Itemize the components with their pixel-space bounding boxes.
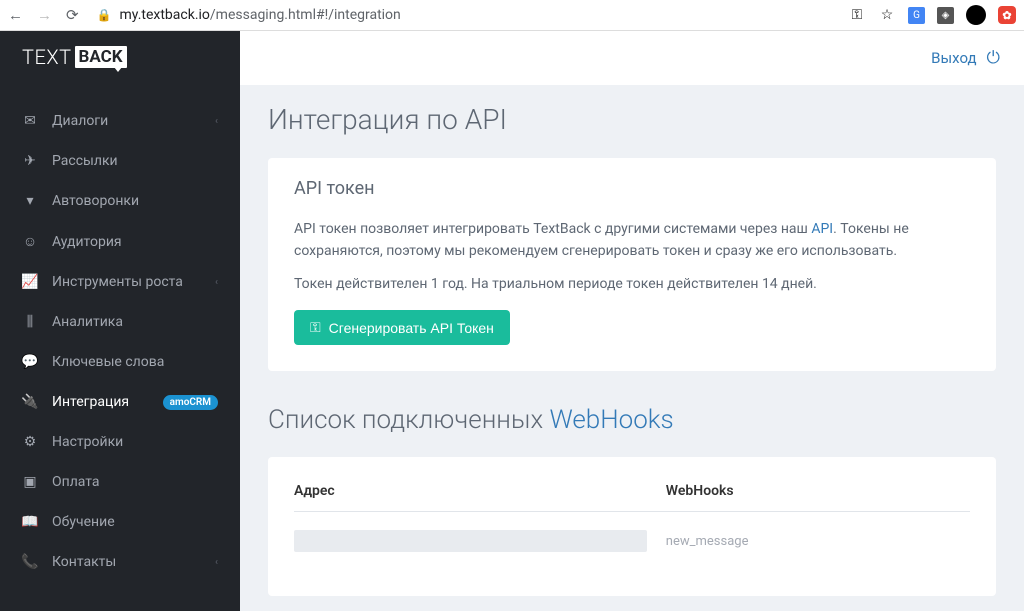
webhook-type: new_message	[666, 512, 970, 571]
chevron-left-icon: ‹	[215, 557, 218, 568]
translate-icon[interactable]: G	[908, 7, 925, 24]
page-title: Интеграция по API	[268, 103, 996, 136]
card-title: API токен	[294, 178, 970, 199]
lock-icon: 🔒	[97, 8, 112, 22]
profile-avatar[interactable]	[966, 5, 986, 25]
webhooks-table-card: Адрес WebHooks new_message	[268, 457, 996, 596]
forward-icon[interactable]: →	[37, 6, 52, 24]
sidebar-item-analytics[interactable]: ⫼ Аналитика	[0, 302, 240, 342]
chevron-left-icon: ‹	[215, 116, 218, 127]
logout-link[interactable]: Выход	[931, 49, 976, 67]
browser-bar: ← → ⟳ 🔒 my.textback.io/messaging.html#!/…	[0, 0, 1024, 31]
sidebar-item-integration[interactable]: 🔌 Интеграция amoCRM	[0, 382, 240, 422]
webhooks-link[interactable]: WebHooks	[549, 405, 673, 435]
key-icon: ⚿	[310, 319, 321, 336]
sidebar-item-keywords[interactable]: 💬 Ключевые слова	[0, 342, 240, 382]
api-link[interactable]: API	[811, 221, 833, 237]
browser-nav: ← → ⟳	[8, 6, 79, 24]
amocrm-badge: amoCRM	[163, 395, 218, 410]
sidebar-item-settings[interactable]: ⚙ Настройки	[0, 422, 240, 462]
envelope-icon: ✉	[22, 113, 38, 129]
token-description: API токен позволяет интегрировать TextBa…	[294, 219, 970, 262]
key-icon[interactable]: ⚿	[848, 6, 866, 24]
star-icon[interactable]: ☆	[878, 6, 896, 24]
col-webhooks: WebHooks	[666, 483, 970, 512]
power-icon[interactable]: ⏻	[987, 48, 1000, 68]
webhooks-table: Адрес WebHooks new_message	[294, 483, 970, 570]
browser-icons: ⚿ ☆ G ◈ ✿	[848, 5, 1016, 25]
webhooks-title: Список подключенных WebHooks	[268, 405, 996, 435]
gear-icon: ⚙	[22, 434, 38, 450]
sidebar-item-payment[interactable]: ▣ Оплата	[0, 462, 240, 502]
sidebar-item-growth[interactable]: 📈 Инструменты роста ‹	[0, 262, 240, 302]
ext-icon[interactable]: ◈	[937, 7, 954, 24]
redacted-address	[294, 530, 647, 552]
sidebar: TEXT BACK ✉ Диалоги ‹ ✈ Рассылки ▾ Автов…	[0, 31, 240, 611]
topbar: Выход ⏻	[240, 31, 1024, 85]
logo[interactable]: TEXT BACK	[0, 31, 240, 83]
url-domain: my.textback.io	[120, 7, 210, 23]
sidebar-item-audience[interactable]: ☺ Аудитория	[0, 221, 240, 262]
back-icon[interactable]: ←	[8, 6, 23, 24]
sidebar-item-campaigns[interactable]: ✈ Рассылки	[0, 141, 240, 181]
ext-badge[interactable]: ✿	[998, 6, 1016, 24]
reload-icon[interactable]: ⟳	[66, 6, 79, 24]
api-token-card: API токен API токен позволяет интегриров…	[268, 158, 996, 371]
filter-icon: ▾	[22, 193, 38, 209]
chevron-left-icon: ‹	[215, 277, 218, 288]
col-address: Адрес	[294, 483, 666, 512]
sidebar-item-contacts[interactable]: 📞 Контакты ‹	[0, 542, 240, 582]
book-icon: 📖	[22, 514, 38, 530]
plug-icon: 🔌	[22, 394, 38, 410]
table-row: new_message	[294, 512, 970, 571]
sidebar-item-training[interactable]: 📖 Обучение	[0, 502, 240, 542]
bars-icon: ⫼	[22, 314, 38, 330]
card-icon: ▣	[22, 474, 38, 490]
sidebar-item-dialogs[interactable]: ✉ Диалоги ‹	[0, 101, 240, 141]
url-bar[interactable]: 🔒 my.textback.io/messaging.html#!/integr…	[89, 7, 838, 23]
generate-token-button[interactable]: ⚿ Сгенерировать API Токен	[294, 310, 510, 345]
url-path: /messaging.html#!/integration	[210, 7, 401, 23]
sidebar-item-funnels[interactable]: ▾ Автоворонки	[0, 181, 240, 221]
sidebar-nav: ✉ Диалоги ‹ ✈ Рассылки ▾ Автоворонки ☺ А…	[0, 83, 240, 582]
main-content: Выход ⏻ Интеграция по API API токен API …	[240, 31, 1024, 611]
phone-icon: 📞	[22, 554, 38, 570]
token-validity: Токен действителен 1 год. На триальном п…	[294, 276, 970, 292]
send-icon: ✈	[22, 153, 38, 169]
growth-icon: 📈	[22, 274, 38, 290]
user-icon: ☺	[22, 233, 38, 250]
chat-icon: 💬	[22, 354, 38, 370]
